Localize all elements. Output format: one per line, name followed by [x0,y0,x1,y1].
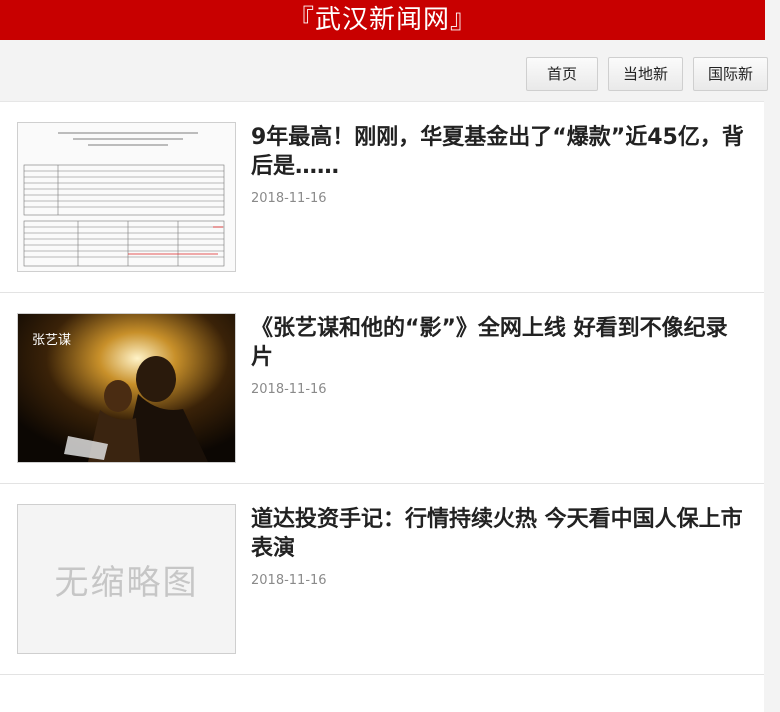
header-bar: 『武汉新闻网』 [0,0,765,40]
site-title[interactable]: 『武汉新闻网』 [288,0,477,40]
article-date: 2018-11-16 [251,573,327,588]
article-thumbnail-document[interactable] [17,122,236,272]
article-title[interactable]: 道达投资手记：行情持续火热 今天看中国人保上市表演 [251,505,746,563]
article-item[interactable]: 张艺谋 《张艺谋和他的“影”》全网上线 好看到不像纪录片 2018-11-16 [0,293,764,484]
article-title[interactable]: 9年最高！刚刚，华夏基金出了“爆款”近45亿，背后是…… [251,123,746,181]
nav-home-button[interactable]: 首页 [525,57,598,91]
night-scene-photo: 张艺谋 [18,314,235,462]
svg-text:张艺谋: 张艺谋 [32,333,71,348]
top-nav: 首页 当地新 国际新 [525,57,768,91]
no-thumbnail-text: 无缩略图 [54,562,199,603]
nav-international-news-button[interactable]: 国际新 [692,57,768,91]
article-item[interactable]: 无缩略图 道达投资手记：行情持续火热 今天看中国人保上市表演 2018-11-1… [0,484,764,675]
article-title[interactable]: 《张艺谋和他的“影”》全网上线 好看到不像纪录片 [251,314,746,372]
article-thumbnail-photo[interactable]: 张艺谋 [17,313,236,463]
article-thumbnail-placeholder[interactable]: 无缩略图 [17,504,236,654]
document-scan-image [18,123,235,271]
nav-local-news-button[interactable]: 当地新 [607,57,683,91]
article-date: 2018-11-16 [251,382,327,397]
article-item[interactable]: 9年最高！刚刚，华夏基金出了“爆款”近45亿，背后是…… 2018-11-16 [0,102,764,293]
article-list: 9年最高！刚刚，华夏基金出了“爆款”近45亿，背后是…… 2018-11-16 [0,101,764,712]
article-date: 2018-11-16 [251,191,327,206]
